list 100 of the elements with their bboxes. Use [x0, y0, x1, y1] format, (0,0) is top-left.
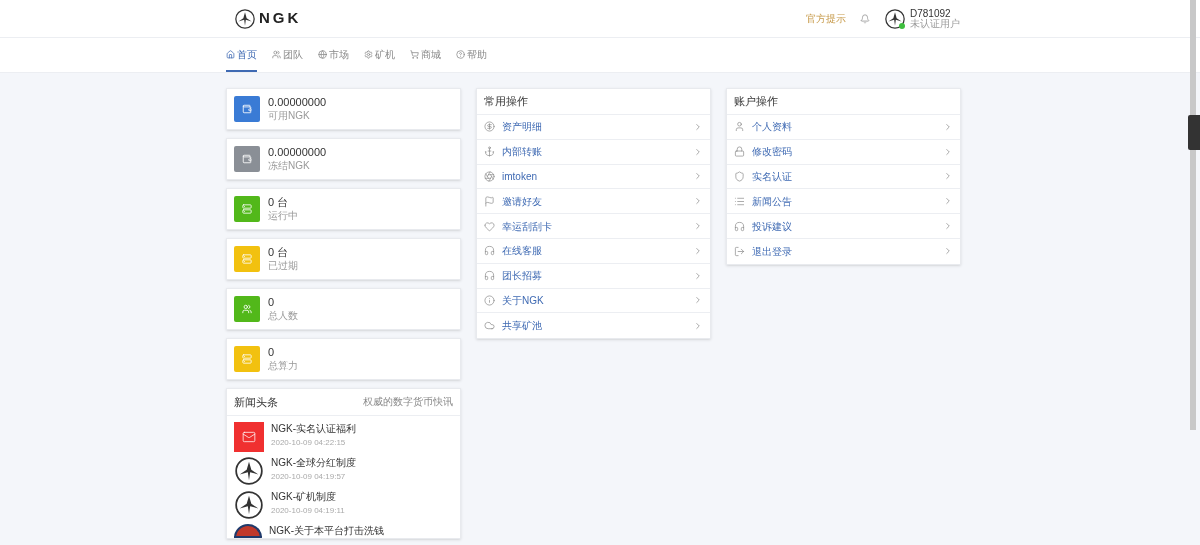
action-row[interactable]: imtoken: [477, 164, 710, 190]
aperture-icon: [484, 171, 495, 182]
news-item-title: NGK-矿机制度: [271, 490, 337, 504]
stat-value: 0: [268, 296, 276, 309]
chevron-icon: [943, 221, 953, 232]
action-row[interactable]: 修改密码: [727, 139, 960, 165]
action-row[interactable]: 个人资料: [727, 115, 960, 140]
action-label: 新闻公告: [752, 194, 793, 209]
lock-icon: [734, 146, 745, 158]
info-icon: [484, 294, 495, 306]
news-item[interactable]: NGK-全球分红制度 2020-10-09 04:19:57: [234, 456, 453, 486]
side-handle[interactable]: [1188, 115, 1200, 150]
action-label: 投诉建议: [752, 219, 793, 234]
chevron-icon: [693, 295, 703, 306]
shield-icon: [734, 171, 745, 182]
action-row[interactable]: 资产明细: [477, 115, 710, 140]
cloud-icon: [484, 320, 495, 332]
logo-text: NGK: [259, 8, 302, 29]
news-item[interactable]: NGK-矿机制度 2020-10-09 04:19:11: [234, 490, 453, 520]
user-id: D781092: [910, 8, 951, 19]
news-item-date: 2020-10-09 04:19:11: [271, 505, 345, 517]
nav-tab[interactable]: 帮助: [456, 38, 487, 72]
action-row[interactable]: 在线客服: [477, 239, 710, 264]
action-row[interactable]: 内部转账: [477, 139, 710, 165]
action-label: 资产明细: [502, 120, 543, 135]
action-label: 个人资料: [752, 120, 793, 135]
action-row[interactable]: 共享矿池: [477, 313, 710, 339]
logo-image: [235, 457, 263, 485]
nav-tab[interactable]: 团队: [272, 38, 303, 72]
cart-icon: [410, 49, 419, 59]
coin-icon: [484, 121, 495, 133]
logout-icon: [734, 245, 745, 257]
nav-tab[interactable]: 矿机: [364, 38, 395, 72]
action-label: imtoken: [502, 170, 538, 184]
news-item-title: NGK-关于本平台打击洗钱: [269, 524, 384, 538]
nav-tab[interactable]: 商城: [410, 38, 441, 72]
chevron-icon: [693, 146, 703, 157]
stat-value: 0 台: [268, 196, 290, 209]
stat-label: 已过期: [268, 259, 298, 272]
chevron-icon: [943, 146, 953, 157]
action-label: 内部转账: [502, 145, 543, 160]
action-label: 实名认证: [752, 170, 793, 184]
anchor-icon: [484, 146, 495, 158]
globe-icon: [318, 49, 327, 59]
panel-title: 账户操作: [727, 89, 960, 115]
stat-label: 可用NGK: [268, 109, 311, 122]
nav-tab[interactable]: 市场: [318, 38, 349, 72]
news-item[interactable]: NGK-关于本平台打击洗钱: [234, 524, 453, 538]
chevron-icon: [693, 221, 703, 232]
chevron-icon: [693, 121, 703, 132]
action-row[interactable]: 邀请好友: [477, 189, 710, 215]
gear-icon: [364, 49, 373, 59]
news-item[interactable]: NGK-实名认证福利 2020-10-09 04:22:15: [234, 422, 453, 452]
action-label: 幸运刮刮卡: [502, 219, 553, 234]
stat-value: 0.00000000: [268, 146, 327, 159]
user-avatar[interactable]: [885, 8, 905, 29]
panel-title: 常用操作: [477, 89, 710, 115]
action-label: 在线客服: [502, 244, 543, 259]
headphones-icon: [734, 220, 745, 232]
avatar-logo-icon: [885, 8, 905, 29]
logo-image: [235, 491, 263, 519]
action-row[interactable]: 团长招募: [477, 263, 710, 289]
action-row[interactable]: 关于NGK: [477, 288, 710, 314]
chevron-icon: [693, 245, 703, 256]
stat-value: 0.00000000: [268, 96, 327, 109]
chevron-icon: [693, 171, 703, 182]
stat-value: 0: [268, 346, 276, 359]
chevron-icon: [943, 246, 953, 257]
news-title: 新闻头条: [234, 394, 278, 410]
chevron-icon: [943, 171, 953, 182]
action-label: 团长招募: [502, 269, 543, 284]
chevron-icon: [693, 196, 703, 207]
help-icon: [456, 49, 465, 59]
headphones-icon: [484, 270, 495, 282]
stat-value: 0 台: [268, 246, 290, 259]
news-subtitle: 权威的数字货币快讯: [363, 394, 453, 409]
news-item-date: 2020-10-09 04:19:57: [271, 471, 347, 483]
action-label: 修改密码: [752, 145, 793, 160]
flag-icon: [484, 195, 495, 207]
news-item-date: 2020-10-09 04:22:15: [271, 437, 347, 449]
action-row[interactable]: 实名认证: [727, 164, 960, 190]
action-row[interactable]: 投诉建议: [727, 214, 960, 239]
list-icon: [734, 195, 745, 207]
action-row[interactable]: 新闻公告: [727, 189, 960, 215]
stat-label: 冻结NGK: [268, 159, 311, 172]
action-label: 退出登录: [752, 244, 793, 259]
user-status: 未认证用户: [910, 18, 960, 29]
users-icon: [272, 49, 281, 59]
logo-icon: [235, 8, 255, 29]
news-item-title: NGK-全球分红制度: [271, 456, 356, 470]
action-label: 关于NGK: [502, 293, 545, 308]
chevron-icon: [943, 121, 953, 132]
heart-icon: [484, 220, 495, 232]
news-item-title: NGK-实名认证福利: [271, 422, 356, 436]
bell-icon[interactable]: [860, 13, 870, 24]
action-row[interactable]: 幸运刮刮卡: [477, 214, 710, 239]
stat-label: 总人数: [268, 309, 298, 322]
nav-tab[interactable]: 首页: [226, 38, 257, 72]
action-row[interactable]: 退出登录: [727, 239, 960, 264]
home-icon: [226, 49, 235, 59]
